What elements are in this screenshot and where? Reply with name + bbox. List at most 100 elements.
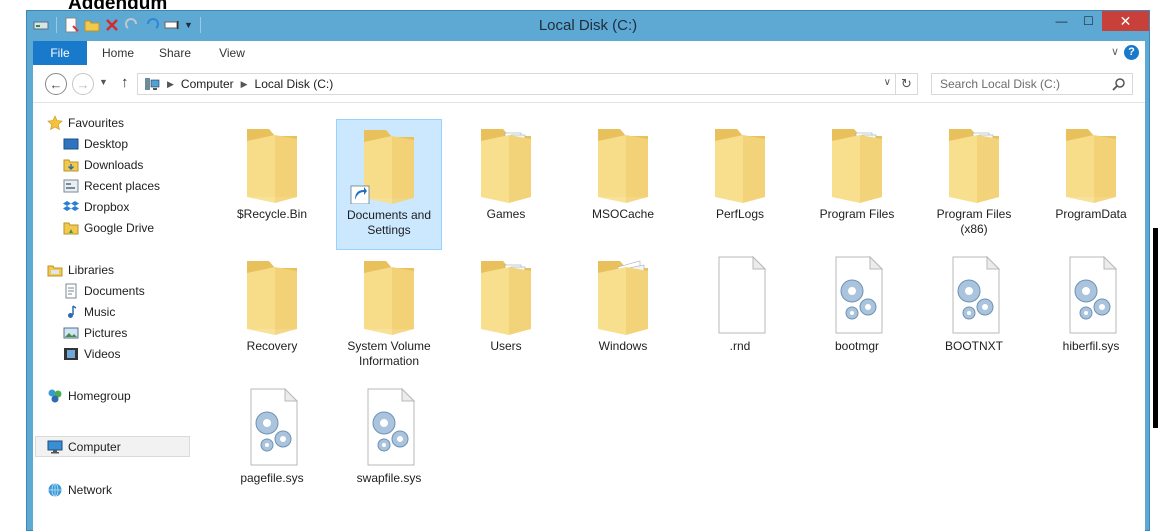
folder-with-files-icon: [481, 129, 531, 203]
folder-with-files-icon: [949, 129, 999, 203]
breadcrumb-separator-icon[interactable]: ▶: [167, 79, 174, 90]
window-controls: — ☐ ✕: [1048, 11, 1149, 31]
folder-with-files-icon: [481, 261, 531, 335]
folder-icon: [1066, 129, 1116, 203]
address-dropdown-icon[interactable]: ∨: [884, 77, 891, 88]
nav-label: Homegroup: [68, 388, 131, 403]
back-button[interactable]: ←: [45, 73, 67, 95]
nav-label: Recent places: [84, 178, 161, 193]
nav-downloads[interactable]: Downloads: [63, 154, 143, 175]
file-name-line: Games: [486, 207, 526, 221]
system-file-icon: [952, 255, 1001, 334]
computer-icon: [47, 440, 63, 453]
file-tile[interactable]: Users: [453, 251, 559, 382]
minimize-button[interactable]: —: [1048, 11, 1075, 31]
documents-icon: [65, 283, 77, 298]
dropbox-icon: [63, 200, 79, 211]
refresh-icon[interactable]: ↻: [895, 74, 917, 94]
nav-desktop[interactable]: Desktop: [63, 133, 128, 154]
file-name: System Volume Information: [337, 339, 441, 369]
file-tile[interactable]: BOOTNXT: [921, 251, 1027, 382]
file-tile[interactable]: Documents and Settings: [336, 119, 442, 250]
tab-share[interactable]: Share: [150, 41, 200, 65]
nav-documents[interactable]: Documents: [63, 280, 145, 301]
file-tile[interactable]: $Recycle.Bin: [219, 119, 325, 250]
nav-music[interactable]: Music: [63, 301, 115, 322]
tab-home[interactable]: Home: [93, 41, 143, 65]
nav-homegroup[interactable]: Homegroup: [47, 385, 131, 406]
file-name-line: bootmgr: [834, 339, 880, 353]
file-name: bootmgr: [805, 339, 909, 354]
folder-icon: [247, 261, 297, 335]
tab-file[interactable]: File: [33, 41, 87, 65]
nav-label: Desktop: [84, 136, 129, 151]
folder-icon: [364, 261, 414, 335]
folder-with-pages-icon: [598, 260, 648, 335]
file-name-line: .rnd: [729, 339, 751, 353]
file-name: Program Files (x86): [922, 207, 1026, 237]
nav-recent-places[interactable]: Recent places: [63, 175, 160, 196]
homegroup-icon: [48, 389, 62, 402]
file-tile[interactable]: Program Files (x86): [921, 119, 1027, 250]
file-tile[interactable]: bootmgr: [804, 251, 910, 382]
file-tile[interactable]: MSOCache: [570, 119, 676, 250]
file-tile[interactable]: pagefile.sys: [219, 383, 325, 514]
file-tile[interactable]: Program Files: [804, 119, 910, 250]
navigation-pane: Favourites Desktop Downloads Recent plac…: [33, 103, 193, 532]
maximize-button[interactable]: ☐: [1075, 11, 1102, 31]
file-tile[interactable]: Recovery: [219, 251, 325, 382]
search-placeholder: Search Local Disk (C:): [940, 77, 1061, 91]
music-icon: [68, 304, 77, 318]
help-button[interactable]: ?: [1124, 45, 1139, 60]
file-name-line: ProgramData: [1055, 207, 1127, 221]
search-input[interactable]: Search Local Disk (C:): [931, 73, 1133, 95]
nav-label: Libraries: [68, 262, 115, 277]
file-name-line: Program Files: [936, 207, 1012, 221]
file-name-line: Program Files: [819, 207, 895, 221]
file-tile[interactable]: swapfile.sys: [336, 383, 442, 514]
breadcrumb-computer[interactable]: Computer: [181, 77, 234, 91]
file-name: PerfLogs: [688, 207, 792, 222]
recent-locations-icon[interactable]: ▼: [99, 77, 108, 87]
file-name: MSOCache: [571, 207, 675, 222]
up-button[interactable]: ↑: [121, 74, 129, 91]
nav-videos[interactable]: Videos: [63, 343, 120, 364]
network-icon: [48, 482, 62, 497]
ribbon: File Home Share View ∨ ?: [33, 41, 1145, 65]
system-file-icon: [250, 387, 299, 466]
nav-network[interactable]: Network: [47, 479, 112, 500]
file-name: $Recycle.Bin: [220, 207, 324, 222]
expand-ribbon-icon[interactable]: ∨: [1111, 45, 1119, 58]
file-name-line: BOOTNXT: [944, 339, 1003, 353]
file-name: Program Files: [805, 207, 909, 222]
file-tile[interactable]: PerfLogs: [687, 119, 793, 250]
nav-label: Dropbox: [84, 199, 130, 214]
address-bar[interactable]: ▶ Computer ▶ Local Disk (C:) ∨ ↻: [137, 73, 918, 95]
file-tile[interactable]: System Volume Information: [336, 251, 442, 382]
nav-dropbox[interactable]: Dropbox: [63, 196, 129, 217]
file-tile[interactable]: Games: [453, 119, 559, 250]
file-name-line: Windows: [598, 339, 648, 353]
nav-label: Pictures: [84, 325, 128, 340]
close-button[interactable]: ✕: [1102, 11, 1149, 31]
address-row: ← → ▼ ↑ ▶ Computer ▶ Local Disk (C:) ∨ ↻…: [33, 65, 1145, 103]
breadcrumb-local-disk[interactable]: Local Disk (C:): [255, 77, 334, 91]
search-icon[interactable]: [1112, 77, 1126, 91]
nav-libraries[interactable]: Libraries: [47, 259, 114, 280]
file-tile[interactable]: hiberfil.sys: [1038, 251, 1144, 382]
nav-label: Google Drive: [84, 220, 155, 235]
nav-pictures[interactable]: Pictures: [63, 322, 127, 343]
nav-google-drive[interactable]: Google Drive: [63, 217, 154, 238]
nav-favourites[interactable]: Favourites: [47, 112, 124, 133]
desktop-icon: [63, 138, 79, 149]
nav-computer[interactable]: Computer: [35, 436, 190, 457]
file-tile[interactable]: ProgramData: [1038, 119, 1144, 250]
videos-icon: [64, 347, 78, 360]
file-tile[interactable]: .rnd: [687, 251, 793, 382]
forward-button[interactable]: →: [72, 73, 94, 95]
title-bar: ▼ Local Disk (C:) — ☐ ✕: [27, 11, 1149, 41]
nav-label: Music: [84, 304, 116, 319]
tab-view[interactable]: View: [207, 41, 257, 65]
breadcrumb-separator-icon[interactable]: ▶: [241, 79, 248, 90]
file-tile[interactable]: Windows: [570, 251, 676, 382]
